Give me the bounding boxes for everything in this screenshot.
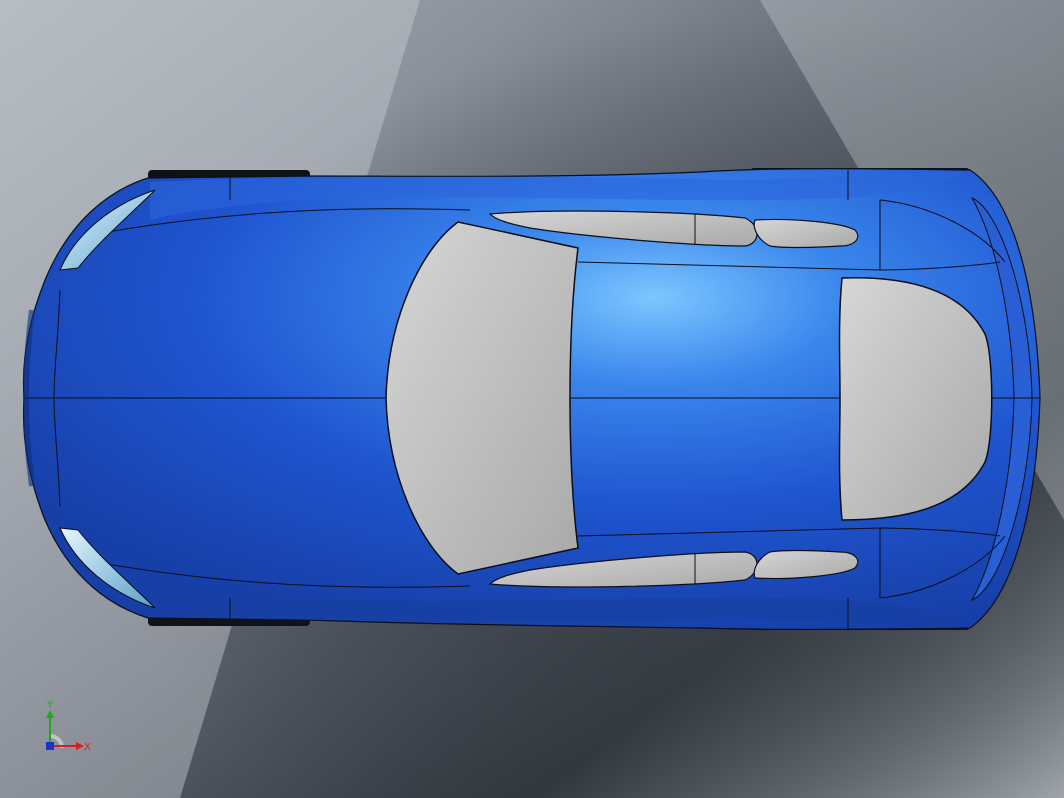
graphics-viewport[interactable]: Y X bbox=[0, 0, 1064, 798]
y-axis-label: Y bbox=[46, 700, 54, 711]
z-axis-marker bbox=[46, 742, 54, 750]
x-axis-arrow bbox=[76, 742, 84, 750]
x-axis-label: X bbox=[84, 742, 91, 753]
coordinate-triad: Y X bbox=[46, 700, 91, 753]
y-axis-arrow bbox=[46, 710, 54, 718]
rear-window bbox=[838, 277, 993, 521]
car-model-top-view[interactable] bbox=[0, 0, 1064, 798]
